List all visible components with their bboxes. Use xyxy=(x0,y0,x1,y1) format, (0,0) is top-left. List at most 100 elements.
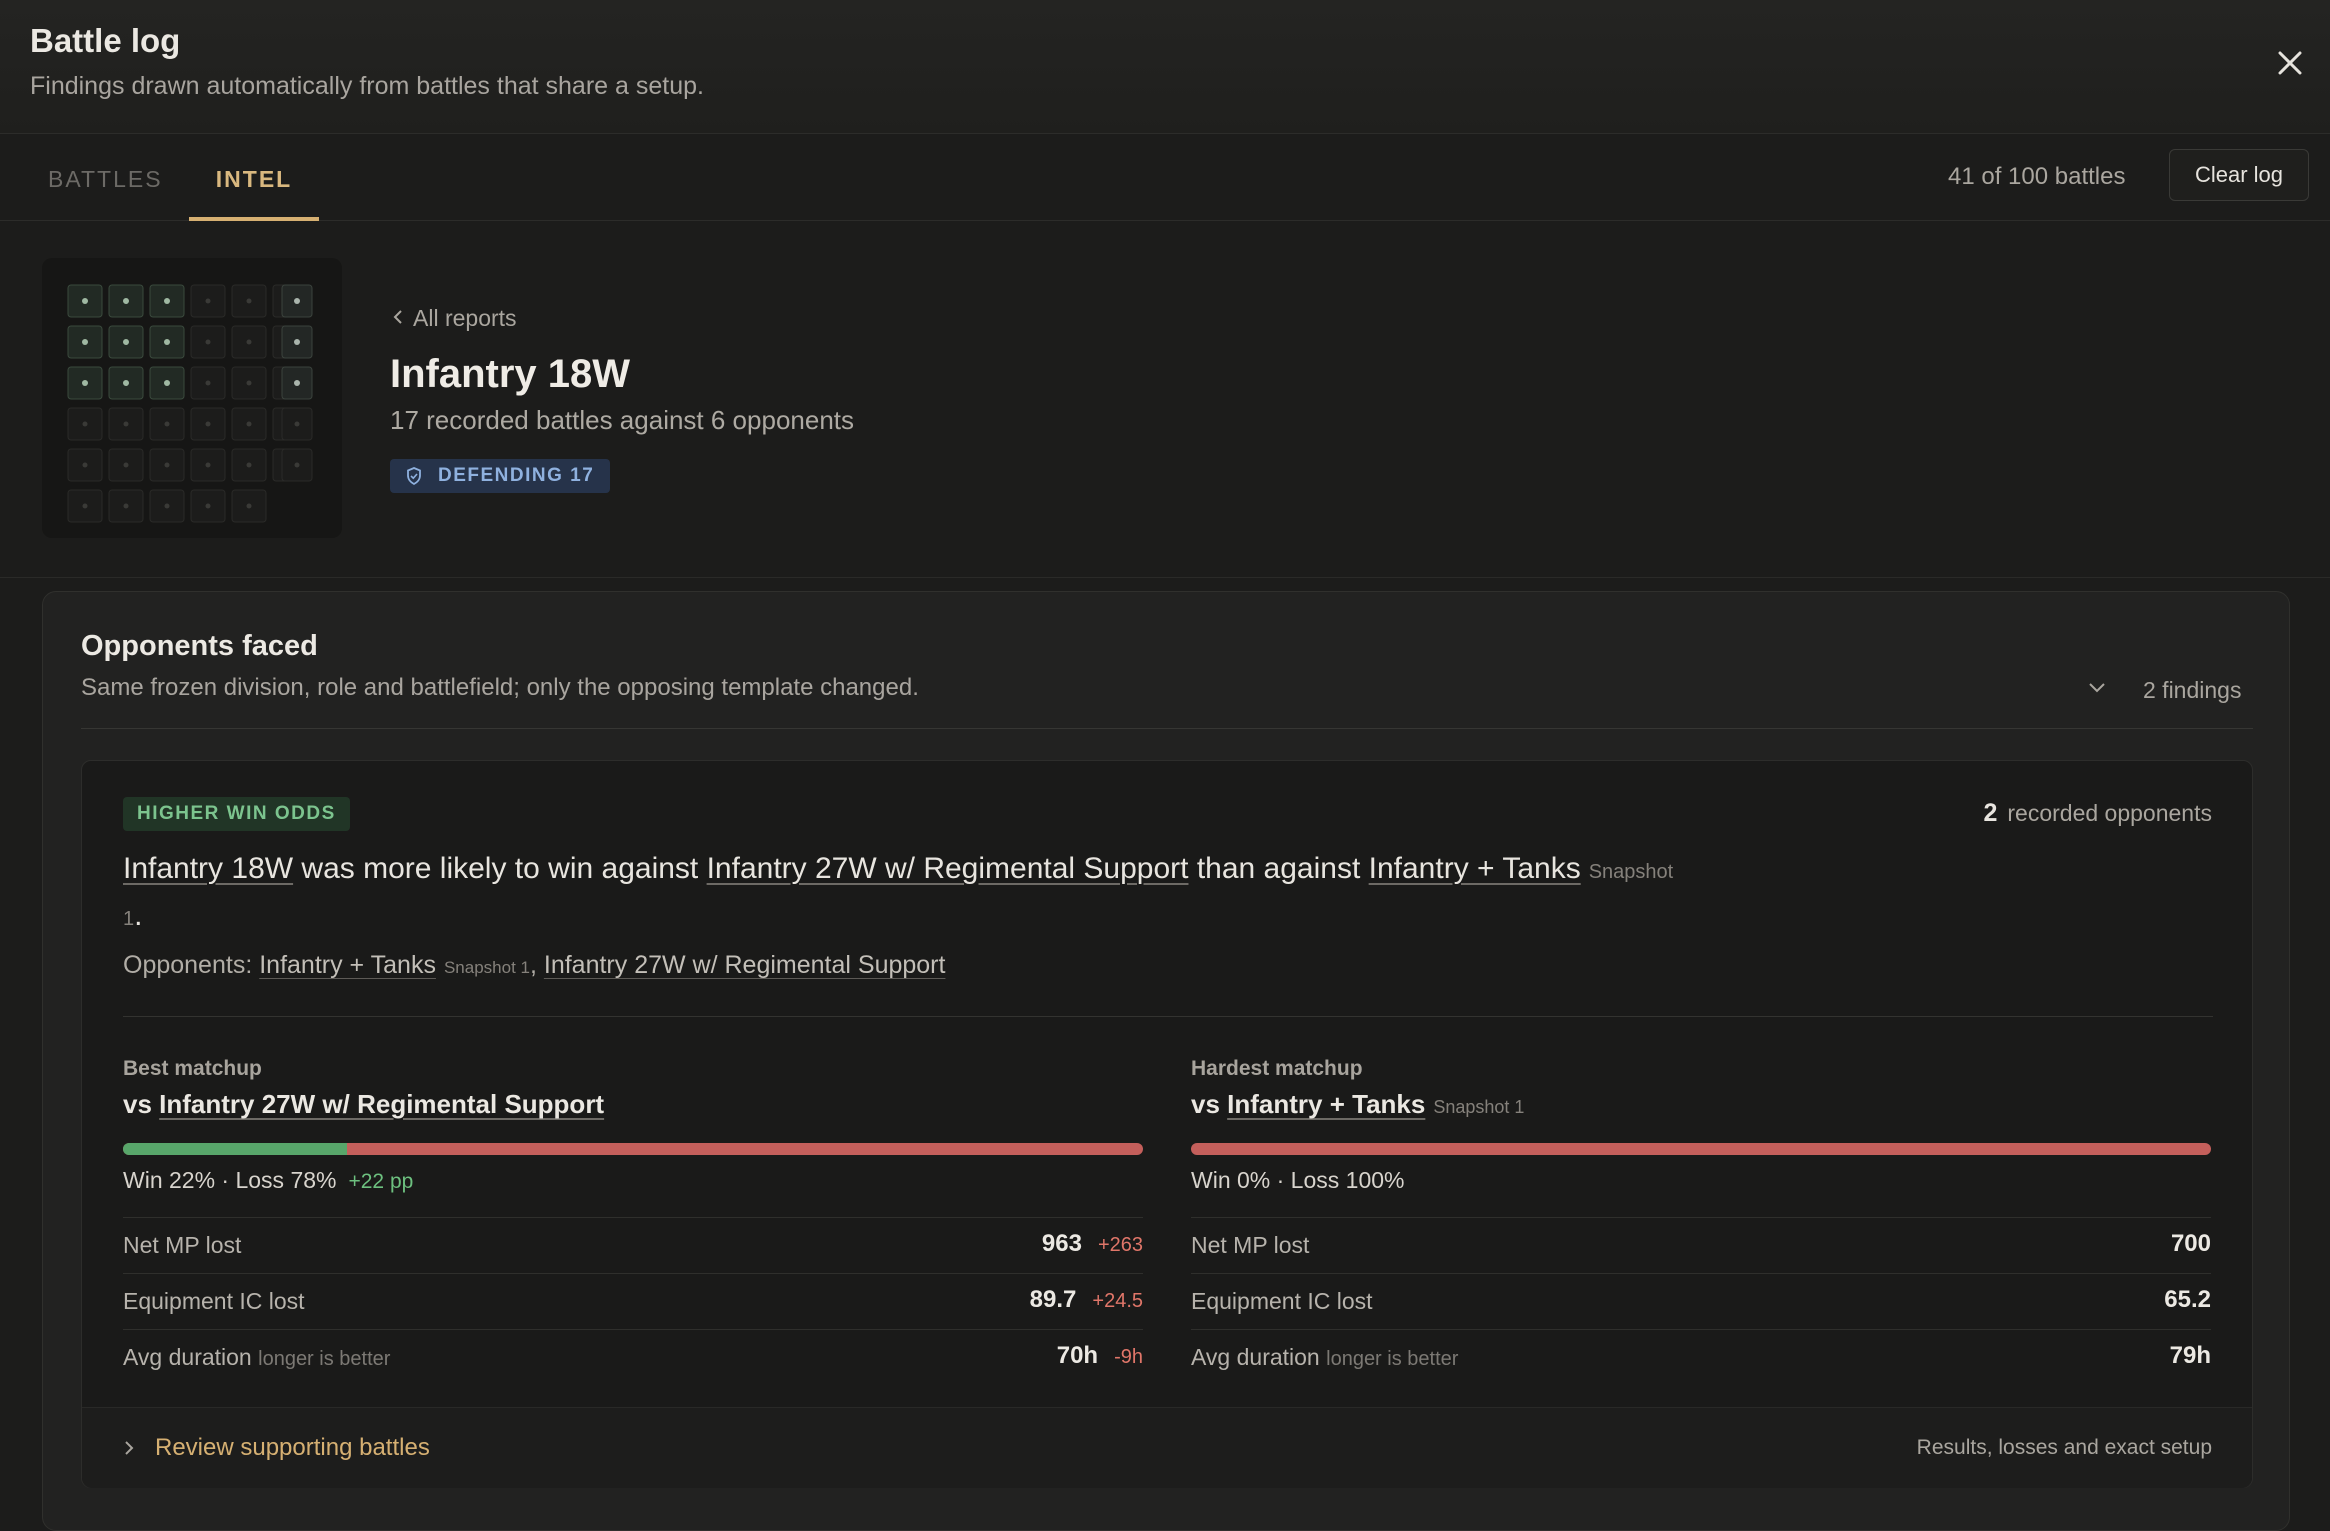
higher-win-odds-badge: HIGHER WIN ODDS xyxy=(123,797,350,831)
chevron-right-icon xyxy=(125,1441,134,1455)
win-loss-record: Win 22% · Loss 78% +22 pp xyxy=(123,1167,413,1194)
unit-icon xyxy=(123,339,129,345)
stat-row: Equipment IC lost 89.7 +24.5 xyxy=(123,1273,1143,1330)
unit-icon xyxy=(82,380,88,386)
report-title: Infantry 18W xyxy=(390,352,631,396)
report-header: All reports Infantry 18W 17 recorded bat… xyxy=(0,221,2330,578)
finding-headline: Infantry 18W was more likely to win agai… xyxy=(123,847,1683,941)
unit-icon xyxy=(205,421,211,427)
all-reports-link[interactable]: All reports xyxy=(391,305,517,332)
stat-label-text: Avg duration xyxy=(123,1344,252,1370)
stat-value: 963 +263 xyxy=(1042,1230,1143,1258)
stat-number: 963 xyxy=(1041,1230,1082,1257)
shield-icon xyxy=(407,467,421,485)
stat-label: Avg duration longer is better xyxy=(1191,1344,1458,1371)
win-fill xyxy=(123,1143,348,1155)
unit-icon xyxy=(123,380,129,386)
vs-label: vs xyxy=(1191,1089,1220,1119)
stat-delta: +263 xyxy=(1097,1234,1143,1256)
stat-value: 70h -9h xyxy=(1057,1342,1143,1370)
opponents-section: Opponents faced Same frozen division, ro… xyxy=(42,591,2290,1531)
unit-icon xyxy=(123,421,129,427)
matchup-opponent: vs Infantry 27W w/ Regimental Support xyxy=(123,1089,604,1120)
opponent-count-label: recorded opponents xyxy=(2007,800,2212,826)
dialog-title: Battle log xyxy=(30,22,181,59)
chevron-down-icon[interactable] xyxy=(2087,681,2107,700)
stat-row: Avg duration longer is better 70h -9h xyxy=(123,1329,1143,1386)
unit-icon xyxy=(246,503,252,509)
best-opponent-link[interactable]: Infantry 27W w/ Regimental Support xyxy=(707,852,1189,885)
opponent-count-value: 2 xyxy=(1983,799,1998,827)
tab-intel[interactable]: INTEL xyxy=(189,134,319,221)
stat-delta: +24.5 xyxy=(1092,1290,1143,1312)
subject-link[interactable]: Infantry 18W xyxy=(123,852,293,885)
stat-row: Avg duration longer is better 79h xyxy=(1191,1329,2211,1386)
unit-icon xyxy=(82,339,88,345)
matchup-opponent-link[interactable]: Infantry 27W w/ Regimental Support xyxy=(159,1089,604,1119)
stat-row: Net MP lost 700 xyxy=(1191,1217,2211,1274)
headline-text: . xyxy=(134,899,143,932)
win-loss-bar xyxy=(123,1143,1143,1155)
win-loss-record: Win 0% · Loss 100% xyxy=(1191,1167,1404,1194)
unit-icon xyxy=(205,462,211,468)
stat-row: Net MP lost 963 +263 xyxy=(123,1217,1143,1274)
unit-icon xyxy=(164,298,170,304)
findings-count[interactable]: 2 findings xyxy=(2143,677,2241,704)
stat-label: Equipment IC lost xyxy=(123,1288,305,1314)
stat-value: 700 xyxy=(2170,1230,2211,1257)
matchup-opponent: vs Infantry + Tanks Snapshot 1 xyxy=(1191,1089,1524,1120)
unit-icon xyxy=(246,339,252,345)
unit-icon xyxy=(246,380,252,386)
divider xyxy=(81,728,2253,729)
stat-label: Avg duration longer is better xyxy=(123,1344,390,1371)
unit-icon xyxy=(205,298,211,304)
opponent-link[interactable]: Infantry + Tanks xyxy=(259,951,436,979)
opponents-list: Opponents: Infantry + Tanks Snapshot 1, I… xyxy=(123,951,946,979)
support-icon xyxy=(294,462,300,468)
defending-badge: DEFENDING 17 xyxy=(390,459,611,493)
unit-icon xyxy=(82,462,88,468)
unit-icon xyxy=(82,421,88,427)
unit-icon xyxy=(205,339,211,345)
record-text: Win 22% · Loss 78% xyxy=(123,1167,337,1193)
record-text: Win 0% · Loss 100% xyxy=(1191,1167,1405,1193)
unit-icon xyxy=(164,503,170,509)
unit-icon xyxy=(123,503,129,509)
tab-bar: BATTLES INTEL 41 of 100 battles Clear lo… xyxy=(0,134,2330,221)
stat-delta: -9h xyxy=(1114,1346,1143,1368)
close-icon[interactable] xyxy=(2272,45,2308,81)
review-supporting-battles-button[interactable]: Review supporting battles xyxy=(123,1434,430,1462)
stat-value: 65.2 xyxy=(2164,1286,2211,1313)
section-title: Opponents faced xyxy=(81,630,318,662)
review-note: Results, losses and exact setup xyxy=(1916,1436,2212,1459)
support-icon xyxy=(294,339,300,345)
clear-log-button[interactable]: Clear log xyxy=(2169,149,2309,201)
matchup-label: Best matchup xyxy=(123,1057,262,1080)
worst-opponent-link[interactable]: Infantry + Tanks xyxy=(1369,852,1581,885)
tab-battles[interactable]: BATTLES xyxy=(48,134,163,220)
defending-badge-label: DEFENDING 17 xyxy=(438,465,595,486)
opponent-link[interactable]: Infantry 27W w/ Regimental Support xyxy=(544,951,946,979)
stat-row: Equipment IC lost 65.2 xyxy=(1191,1273,2211,1330)
matchup-opponent-link[interactable]: Infantry + Tanks xyxy=(1227,1089,1425,1119)
unit-icon xyxy=(246,462,252,468)
unit-icon xyxy=(205,380,211,386)
vs-label: vs xyxy=(123,1089,152,1119)
unit-icon xyxy=(123,298,129,304)
hardest-matchup: Hardest matchup vs Infantry + Tanks Snaps… xyxy=(1191,1031,2211,1371)
stat-label-text: Avg duration xyxy=(1191,1344,1320,1370)
unit-icon xyxy=(205,503,211,509)
win-loss-bar xyxy=(1191,1143,2211,1155)
pp-delta: +22 pp xyxy=(348,1170,414,1193)
stat-label: Equipment IC lost xyxy=(1191,1288,1373,1314)
best-matchup: Best matchup vs Infantry 27W w/ Regiment… xyxy=(123,1031,1143,1371)
dialog-subtitle: Findings drawn automatically from battle… xyxy=(30,72,704,100)
battle-count: 41 of 100 battles xyxy=(1948,163,2126,190)
snapshot-tag: Snapshot 1 xyxy=(1433,1097,1525,1117)
stat-value: 79h xyxy=(2169,1342,2211,1369)
matchup-label: Hardest matchup xyxy=(1191,1057,1363,1080)
support-icon xyxy=(294,421,300,427)
unit-icon xyxy=(82,503,88,509)
stat-hint: longer is better xyxy=(1326,1348,1459,1370)
dialog-header: Battle log Findings drawn automatically … xyxy=(0,0,2330,134)
